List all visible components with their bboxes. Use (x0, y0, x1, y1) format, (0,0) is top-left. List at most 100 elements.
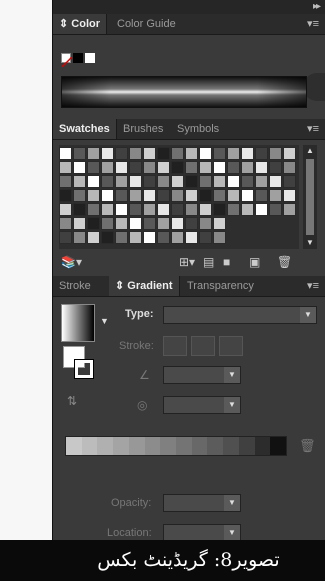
tab-color[interactable]: ⇕ Color (53, 14, 108, 34)
swatch-cell[interactable] (185, 189, 198, 202)
swatch-cell[interactable] (199, 203, 212, 216)
swatch-cell[interactable] (87, 161, 100, 174)
swatch-cell[interactable] (213, 175, 226, 188)
gradient-slider[interactable] (65, 436, 287, 456)
swatch-cell[interactable] (171, 189, 184, 202)
swatch-cell[interactable] (129, 203, 142, 216)
color-spectrum-ramp[interactable] (61, 76, 307, 108)
swatch-cell[interactable] (199, 161, 212, 174)
reverse-gradient-icon[interactable]: ⇅ (67, 394, 77, 408)
swatch-cell[interactable] (213, 161, 226, 174)
swatch-cell[interactable] (171, 217, 184, 230)
stroke-along-icon[interactable] (191, 336, 215, 356)
swatch-cell[interactable] (171, 203, 184, 216)
swatch-cell[interactable] (73, 217, 86, 230)
aspect-ratio-field[interactable]: ▼ (163, 396, 241, 414)
swatch-cell[interactable] (199, 175, 212, 188)
new-group-icon[interactable]: ■ (223, 254, 230, 270)
swatch-cell[interactable] (143, 189, 156, 202)
swatch-cell[interactable] (227, 147, 240, 160)
panel-menu-icon[interactable]: ▾≡ (307, 17, 319, 31)
tab-symbols[interactable]: Symbols (171, 119, 225, 139)
swatch-cell[interactable] (283, 203, 296, 216)
swatch-cell[interactable] (115, 203, 128, 216)
swatch-cell[interactable] (101, 217, 114, 230)
swatch-cell[interactable] (185, 175, 198, 188)
tab-gradient[interactable]: ⇕ Gradient (109, 276, 180, 296)
swatch-cell[interactable] (241, 189, 254, 202)
swatch-cell[interactable] (255, 161, 268, 174)
tab-color-guide[interactable]: Color Guide (111, 14, 182, 34)
swatch-cell[interactable] (185, 147, 198, 160)
swatch-cell[interactable] (59, 231, 72, 244)
expand-panels-icon[interactable]: ▸▸ (313, 0, 321, 14)
swatch-cell[interactable] (269, 203, 282, 216)
swatch-cell[interactable] (269, 189, 282, 202)
swatch-cell[interactable] (129, 217, 142, 230)
swatch-cell[interactable] (59, 175, 72, 188)
swatch-cell[interactable] (171, 147, 184, 160)
swatch-cell[interactable] (283, 189, 296, 202)
swatch-cell[interactable] (59, 161, 72, 174)
tab-swatches[interactable]: Swatches (53, 119, 117, 139)
swatch-cell[interactable] (129, 231, 142, 244)
swatch-cell[interactable] (255, 175, 268, 188)
swatch-cell[interactable] (213, 189, 226, 202)
swatch-cell[interactable] (73, 231, 86, 244)
swatch-cell[interactable] (227, 175, 240, 188)
show-kinds-icon[interactable]: ⊞▾ (179, 254, 195, 270)
swatch-cell[interactable] (283, 161, 296, 174)
swatch-cell[interactable] (143, 217, 156, 230)
swatch-cell[interactable] (199, 189, 212, 202)
swatch-cell[interactable] (59, 189, 72, 202)
swatch-cell[interactable] (199, 147, 212, 160)
swatch-cell[interactable] (283, 175, 296, 188)
swatch-cell[interactable] (59, 217, 72, 230)
swatch-cell[interactable] (157, 175, 170, 188)
type-select[interactable]: ▼ (163, 306, 317, 324)
swatch-cell[interactable] (227, 203, 240, 216)
swatch-cell[interactable] (129, 175, 142, 188)
gradient-thumbnail[interactable] (61, 304, 95, 342)
scroll-up-icon[interactable]: ▲ (303, 145, 317, 157)
swatch-cell[interactable] (87, 147, 100, 160)
delete-icon[interactable]: 🗑 (277, 254, 292, 270)
swatch-cell[interactable] (213, 147, 226, 160)
new-swatch-icon[interactable]: ▣ (249, 254, 260, 270)
swatch-cell[interactable] (73, 189, 86, 202)
swatch-cell[interactable] (157, 231, 170, 244)
swatch-cell[interactable] (73, 175, 86, 188)
swatch-cell[interactable] (185, 203, 198, 216)
none-swatch[interactable] (61, 53, 73, 68)
swatch-cell[interactable] (157, 217, 170, 230)
swatch-cell[interactable] (87, 203, 100, 216)
swatch-cell[interactable] (129, 161, 142, 174)
swatch-libraries-icon[interactable]: 📚▾ (61, 254, 82, 270)
swatch-cell[interactable] (213, 217, 226, 230)
delete-stop-icon[interactable]: 🗑 (299, 438, 316, 454)
swatch-cell[interactable] (199, 217, 212, 230)
swatch-cell[interactable] (185, 231, 198, 244)
swatch-cell[interactable] (115, 231, 128, 244)
swatch-cell[interactable] (87, 217, 100, 230)
swatch-cell[interactable] (59, 203, 72, 216)
swatch-cell[interactable] (115, 147, 128, 160)
tab-transparency[interactable]: Transparency (181, 276, 260, 296)
swatch-cell[interactable] (129, 189, 142, 202)
swatch-cell[interactable] (157, 161, 170, 174)
swatch-cell[interactable] (73, 147, 86, 160)
swatch-cell[interactable] (59, 147, 72, 160)
swatch-cell[interactable] (171, 161, 184, 174)
swatch-cell[interactable] (227, 189, 240, 202)
swatch-cell[interactable] (255, 147, 268, 160)
swatch-cell[interactable] (101, 189, 114, 202)
stroke-within-icon[interactable] (163, 336, 187, 356)
tab-brushes[interactable]: Brushes (117, 119, 169, 139)
swatch-cell[interactable] (87, 231, 100, 244)
swatch-cell[interactable] (143, 231, 156, 244)
swatch-cell[interactable] (115, 161, 128, 174)
swatch-cell[interactable] (171, 175, 184, 188)
swatch-cell[interactable] (101, 231, 114, 244)
swatch-cell[interactable] (129, 147, 142, 160)
swatch-cell[interactable] (73, 161, 86, 174)
